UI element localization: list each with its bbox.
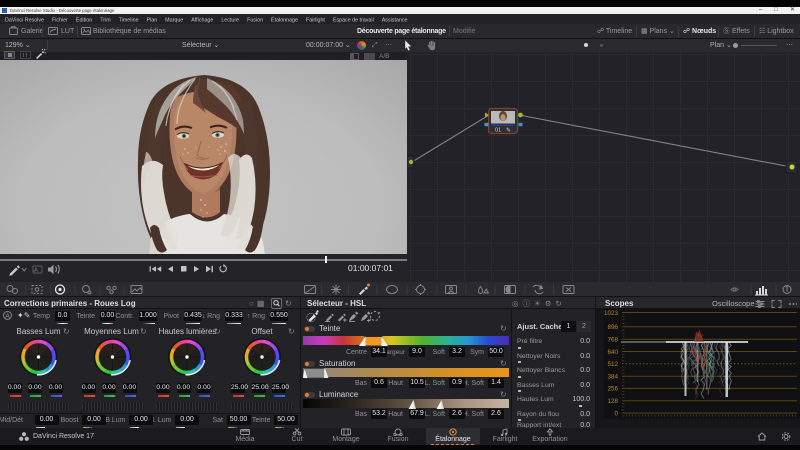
svg-text:384: 384 (607, 374, 618, 381)
svg-text:640: 640 (607, 349, 618, 356)
svg-text:✎: ✎ (506, 127, 511, 134)
svg-text:128: 128 (607, 398, 618, 405)
svg-text:512: 512 (607, 361, 618, 368)
svg-text:256: 256 (607, 386, 618, 393)
svg-text:1023: 1023 (604, 310, 619, 317)
svg-text:01: 01 (495, 128, 501, 134)
svg-text:896: 896 (607, 324, 618, 331)
svg-text:0: 0 (614, 410, 618, 417)
svg-text:768: 768 (607, 337, 618, 344)
